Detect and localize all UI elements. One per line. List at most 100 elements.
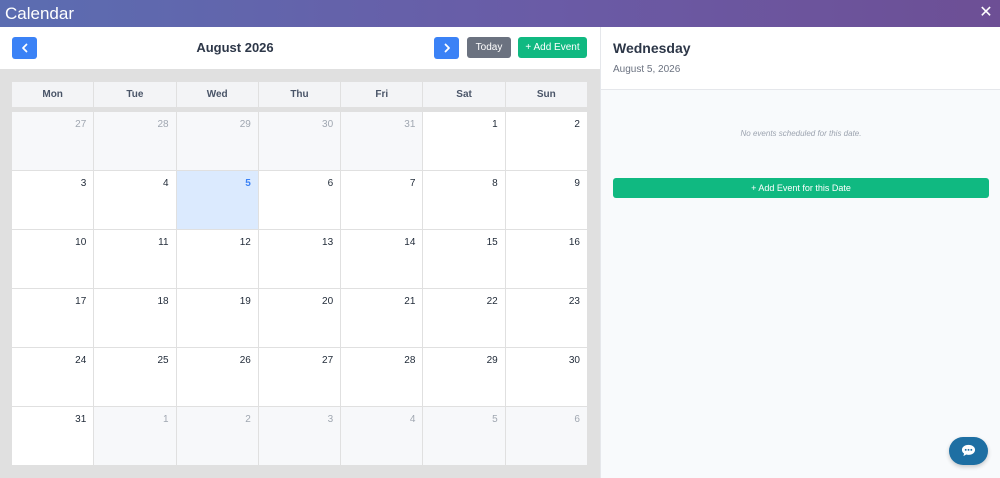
day-number: 3 (80, 178, 87, 189)
day-details-header: Wednesday August 5, 2026 (601, 27, 1000, 90)
chat-icon (961, 444, 976, 457)
day-number: 31 (404, 119, 416, 130)
day-cell[interactable]: 5 (423, 407, 505, 465)
day-number: 31 (75, 414, 87, 425)
day-cell[interactable]: 20 (258, 289, 341, 347)
day-number: 8 (492, 178, 498, 189)
day-cell[interactable]: 2 (176, 407, 258, 465)
day-cell[interactable]: 15 (423, 230, 505, 288)
day-number: 10 (75, 237, 87, 248)
day-number: 4 (163, 178, 169, 189)
day-cell[interactable]: 1 (423, 112, 505, 170)
weekday-header-sun: Sun (505, 82, 587, 107)
day-cell[interactable]: 28 (341, 348, 423, 406)
day-number: 17 (75, 296, 87, 307)
day-cell[interactable]: 18 (94, 289, 176, 347)
day-cell[interactable]: 12 (176, 230, 258, 288)
day-number: 3 (327, 414, 334, 425)
next-month-button[interactable] (434, 37, 459, 59)
day-number: 27 (322, 355, 334, 366)
day-number: 5 (245, 178, 251, 189)
chevron-left-icon (21, 43, 27, 53)
day-cell[interactable]: 31 (341, 112, 423, 170)
day-cell[interactable]: 26 (176, 348, 258, 406)
day-number: 30 (568, 355, 580, 366)
day-cell[interactable]: 1 (94, 407, 176, 465)
weekday-header-tue: Tue (94, 82, 176, 107)
window-title: Calendar (5, 4, 74, 23)
day-number: 20 (322, 296, 334, 307)
weekday-header-thu: Thu (258, 82, 341, 107)
day-cell[interactable]: 9 (505, 171, 587, 229)
day-number: 6 (574, 414, 580, 425)
add-event-button[interactable]: + Add Event (518, 37, 587, 58)
weekday-header-mon: Mon (12, 82, 94, 107)
day-cell[interactable]: 4 (94, 171, 176, 229)
day-number: 18 (157, 296, 169, 307)
day-number: 30 (322, 119, 334, 130)
day-cell-selected[interactable]: 5 (176, 171, 258, 229)
day-cell[interactable]: 14 (341, 230, 423, 288)
day-cell[interactable]: 27 (12, 112, 94, 170)
day-number: 1 (492, 119, 498, 130)
weekday-header-sat: Sat (423, 82, 505, 107)
day-cell[interactable]: 16 (505, 230, 587, 288)
day-number: 13 (322, 237, 334, 248)
chat-button[interactable] (949, 437, 988, 465)
day-cell[interactable]: 29 (176, 112, 258, 170)
prev-month-button[interactable] (12, 37, 37, 59)
day-number: 2 (245, 414, 251, 425)
day-cell[interactable]: 4 (341, 407, 423, 465)
day-number: 21 (404, 296, 416, 307)
day-number: 19 (239, 296, 251, 307)
day-cell[interactable]: 19 (176, 289, 258, 347)
selected-weekday: Wednesday (613, 40, 691, 56)
weekday-header-wed: Wed (176, 82, 258, 107)
day-number: 29 (486, 355, 498, 366)
day-cell[interactable]: 6 (505, 407, 587, 465)
day-cell[interactable]: 31 (12, 407, 94, 465)
day-cell[interactable]: 28 (94, 112, 176, 170)
day-details-pane: Wednesday August 5, 2026 No events sched… (600, 27, 1000, 478)
day-cell[interactable]: 30 (505, 348, 587, 406)
add-event-for-date-button[interactable]: + Add Event for this Date (613, 178, 989, 198)
day-cell[interactable]: 2 (505, 112, 587, 170)
day-number: 22 (486, 296, 498, 307)
today-button[interactable]: Today (467, 37, 511, 58)
day-number: 11 (158, 237, 169, 248)
day-cell[interactable]: 23 (505, 289, 587, 347)
weekday-header-fri: Fri (341, 82, 423, 107)
day-cell[interactable]: 21 (341, 289, 423, 347)
day-number: 27 (75, 119, 87, 130)
title-bar: Calendar ✕ (0, 0, 1000, 27)
day-cell[interactable]: 11 (94, 230, 176, 288)
day-cell[interactable]: 3 (258, 407, 341, 465)
day-cell[interactable]: 24 (12, 348, 94, 406)
day-number: 23 (568, 296, 580, 307)
day-cell[interactable]: 8 (423, 171, 505, 229)
day-number: 24 (75, 355, 87, 366)
selected-date: August 5, 2026 (613, 64, 681, 75)
day-cell[interactable]: 27 (258, 348, 341, 406)
day-cell[interactable]: 30 (258, 112, 341, 170)
day-number: 12 (239, 237, 251, 248)
day-number: 9 (574, 178, 580, 189)
day-number: 25 (157, 355, 169, 366)
day-cell[interactable]: 6 (258, 171, 341, 229)
day-number: 7 (409, 178, 416, 189)
day-cell[interactable]: 25 (94, 348, 176, 406)
calendar-toolbar: August 2026 Today + Add Event (0, 27, 600, 69)
day-cell[interactable]: 29 (423, 348, 505, 406)
close-icon[interactable]: ✕ (978, 3, 994, 23)
day-number: 1 (163, 414, 169, 425)
day-cell[interactable]: 17 (12, 289, 94, 347)
day-cell[interactable]: 10 (12, 230, 94, 288)
day-number: 2 (574, 119, 580, 130)
day-cell[interactable]: 3 (12, 171, 94, 229)
day-number: 14 (404, 237, 416, 248)
day-cell[interactable]: 7 (341, 171, 423, 229)
month-title: August 2026 (196, 40, 274, 55)
day-cell[interactable]: 22 (423, 289, 505, 347)
day-cell[interactable]: 13 (258, 230, 341, 288)
day-number: 29 (239, 119, 251, 130)
